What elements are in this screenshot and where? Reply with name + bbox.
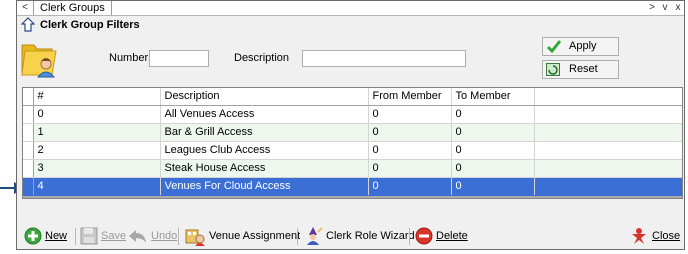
reset-button[interactable]: Reset xyxy=(542,60,619,79)
row-header[interactable] xyxy=(23,177,34,196)
reset-icon xyxy=(546,63,560,76)
description-field[interactable] xyxy=(302,50,466,67)
grid-header-row: # Description From Member To Member xyxy=(23,88,682,106)
cell-filler xyxy=(534,123,682,142)
cell-number[interactable]: 2 xyxy=(33,141,161,160)
folder-user-icon xyxy=(21,44,57,78)
window-menu-button[interactable]: v xyxy=(660,1,670,14)
undo-label: Undo xyxy=(151,230,178,242)
cell-to-member[interactable]: 0 xyxy=(451,123,535,142)
table-row[interactable]: 3 Steak House Access 0 0 xyxy=(23,159,682,178)
cell-from-member[interactable]: 0 xyxy=(368,177,452,196)
close-figure-icon xyxy=(632,228,646,244)
undo-arrow-icon xyxy=(129,230,146,243)
cell-number[interactable]: 4 xyxy=(33,177,161,196)
row-header[interactable] xyxy=(23,141,34,160)
cell-number[interactable]: 0 xyxy=(33,105,161,124)
cell-filler xyxy=(534,105,682,124)
cell-from-member[interactable]: 0 xyxy=(368,105,452,124)
table-row[interactable]: 2 Leagues Club Access 0 0 xyxy=(23,141,682,160)
new-label: New xyxy=(45,230,68,242)
table-row-selected[interactable]: 4 Venues For Cloud Access 0 0 xyxy=(23,177,682,196)
save-button[interactable]: Save xyxy=(80,226,126,246)
toolbar-separator xyxy=(178,228,179,245)
clerk-groups-table: # Description From Member To Member 0 Al… xyxy=(23,88,682,196)
venue-assignment-label: Venue Assignment xyxy=(209,230,301,242)
cell-description[interactable]: Bar & Grill Access xyxy=(160,123,369,142)
column-header-to-member[interactable]: To Member xyxy=(451,88,535,106)
number-label: Number xyxy=(109,52,149,64)
close-label: Close xyxy=(652,230,681,242)
checkmark-icon xyxy=(546,40,562,54)
venue-assignment-button[interactable]: Venue Assignment xyxy=(184,226,300,246)
wizard-icon xyxy=(307,227,323,245)
cell-description[interactable]: Steak House Access xyxy=(160,159,369,178)
cell-to-member[interactable]: 0 xyxy=(451,141,535,160)
cell-number[interactable]: 1 xyxy=(33,123,161,142)
cell-from-member[interactable]: 0 xyxy=(368,141,452,160)
cell-from-member[interactable]: 0 xyxy=(368,123,452,142)
cell-description[interactable]: Venues For Cloud Access xyxy=(160,177,369,196)
clerk-role-wizard-label: Clerk Role Wizard xyxy=(326,230,415,242)
venue-assignment-icon xyxy=(185,229,205,246)
cell-description[interactable]: Leagues Club Access xyxy=(160,141,369,160)
cell-description[interactable]: All Venues Access xyxy=(160,105,369,124)
clerk-role-wizard-button[interactable]: Clerk Role Wizard xyxy=(303,226,415,246)
toolbar-separator xyxy=(409,228,410,245)
delete-label: Delete xyxy=(436,230,468,242)
cell-from-member[interactable]: 0 xyxy=(368,159,452,178)
row-header[interactable] xyxy=(23,159,34,178)
apply-button[interactable]: Apply xyxy=(542,37,619,56)
cell-filler xyxy=(534,177,682,196)
table-row[interactable]: 1 Bar & Grill Access 0 0 xyxy=(23,123,682,142)
new-button[interactable]: New xyxy=(24,226,67,246)
cell-filler xyxy=(534,141,682,160)
save-label: Save xyxy=(101,230,127,242)
toolbar-separator xyxy=(297,228,298,245)
add-circle-icon xyxy=(24,227,42,245)
undo-button[interactable]: Undo xyxy=(128,226,177,246)
column-header-filler xyxy=(534,88,682,106)
toolbar-separator xyxy=(75,228,76,245)
clerk-groups-grid: # Description From Member To Member 0 Al… xyxy=(22,87,683,199)
cell-filler xyxy=(534,159,682,178)
delete-button[interactable]: Delete xyxy=(415,226,468,246)
number-field[interactable] xyxy=(149,50,209,67)
nav-back-button[interactable]: < xyxy=(19,1,31,14)
cell-number[interactable]: 3 xyxy=(33,159,161,178)
apply-label: Apply xyxy=(569,40,597,52)
cell-to-member[interactable]: 0 xyxy=(451,159,535,178)
column-header-from-member[interactable]: From Member xyxy=(368,88,452,106)
table-row[interactable]: 0 All Venues Access 0 0 xyxy=(23,105,682,124)
tab-clerk-groups[interactable]: Clerk Groups xyxy=(33,1,112,15)
window-close-button[interactable]: x xyxy=(673,1,683,14)
window-titlebar xyxy=(17,1,684,16)
column-header-description[interactable]: Description xyxy=(160,88,369,106)
cell-to-member[interactable]: 0 xyxy=(451,177,535,196)
filters-title: Clerk Group Filters xyxy=(40,19,140,31)
cell-to-member[interactable]: 0 xyxy=(451,105,535,124)
row-header[interactable] xyxy=(23,105,34,124)
floppy-disk-icon xyxy=(80,227,98,245)
delete-circle-icon xyxy=(415,227,433,245)
column-header-number[interactable]: # xyxy=(33,88,161,106)
row-header-corner xyxy=(23,88,34,106)
close-button[interactable]: Close xyxy=(629,226,680,246)
reset-label: Reset xyxy=(569,63,598,75)
description-label: Description xyxy=(234,52,290,64)
row-header[interactable] xyxy=(23,123,34,142)
scroll-right-button[interactable]: > xyxy=(647,1,657,14)
collapse-up-icon[interactable] xyxy=(21,17,35,33)
